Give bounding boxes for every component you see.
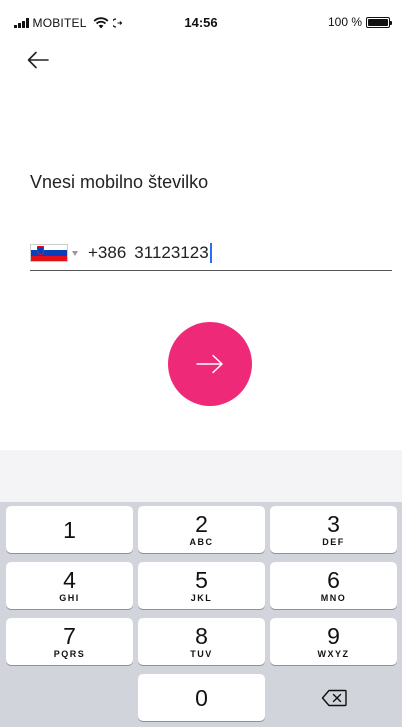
key-3[interactable]: 3 DEF <box>270 506 397 553</box>
key-9[interactable]: 9 WXYZ <box>270 618 397 665</box>
key-digit: 9 <box>327 623 340 649</box>
phone-screen: MOBITEL 14:56 100 % Vnesi mobilno števil… <box>0 0 402 727</box>
status-right: 100 % <box>327 15 392 29</box>
back-button[interactable] <box>22 44 54 76</box>
key-digit: 3 <box>327 511 340 537</box>
key-digit: 5 <box>195 567 208 593</box>
numeric-keyboard: 1 2 ABC 3 DEF 4 GHI 5 JKL 6 MNO 7 PQRS 8… <box>0 450 402 727</box>
battery-percentage: 100 % <box>327 15 362 29</box>
key-letters: MNO <box>320 593 347 603</box>
key-digit: 7 <box>63 623 76 649</box>
next-button[interactable] <box>168 322 252 406</box>
slovenia-flag-icon[interactable] <box>30 244 68 262</box>
key-digit: 8 <box>195 623 208 649</box>
key-1[interactable]: 1 <box>6 506 133 553</box>
phone-value: 31123123 <box>134 243 209 262</box>
text-cursor <box>209 243 212 263</box>
chevron-down-icon[interactable] <box>72 250 78 256</box>
key-letters: DEF <box>322 537 345 547</box>
key-letters: ABC <box>189 537 214 547</box>
key-8[interactable]: 8 TUV <box>138 618 265 665</box>
key-5[interactable]: 5 JKL <box>138 562 265 609</box>
key-7[interactable]: 7 PQRS <box>6 618 133 665</box>
arrow-right-icon <box>196 354 223 374</box>
key-digit: 6 <box>327 567 340 593</box>
key-0[interactable]: 0 <box>138 674 265 721</box>
backspace-icon <box>321 689 347 706</box>
page-title: Vnesi mobilno številko <box>30 172 209 192</box>
arrow-left-icon <box>27 51 49 69</box>
key-digit: 1 <box>63 516 76 543</box>
key-digit: 2 <box>195 511 208 537</box>
key-6[interactable]: 6 MNO <box>270 562 397 609</box>
battery-icon <box>366 16 392 28</box>
phone-input[interactable]: 31123123 <box>134 243 212 263</box>
status-bar: MOBITEL 14:56 100 % <box>0 0 402 40</box>
key-digit: 0 <box>195 684 208 711</box>
key-digit: 4 <box>63 567 76 593</box>
key-letters: TUV <box>190 649 213 659</box>
key-4[interactable]: 4 GHI <box>6 562 133 609</box>
key-letters: PQRS <box>53 649 86 659</box>
key-letters: JKL <box>190 593 213 603</box>
key-letters: GHI <box>59 593 80 603</box>
country-code: +386 <box>88 243 127 262</box>
key-blank <box>6 674 133 721</box>
backspace-key[interactable] <box>270 674 397 721</box>
phone-number-field[interactable]: +386 31123123 <box>30 236 392 271</box>
key-2[interactable]: 2 ABC <box>138 506 265 553</box>
keyboard-accessory-bar <box>0 450 402 502</box>
key-letters: WXYZ <box>317 649 350 659</box>
